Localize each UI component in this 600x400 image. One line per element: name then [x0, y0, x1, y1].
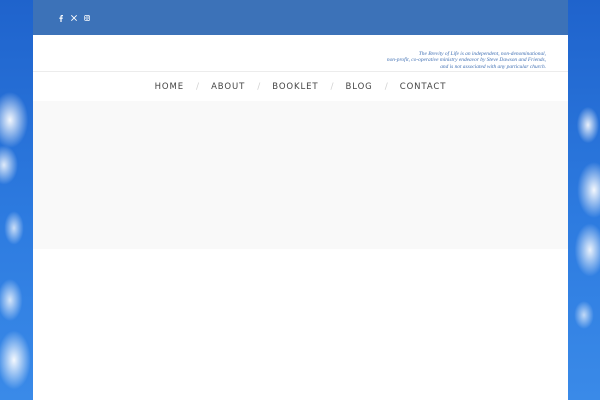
hero-area	[33, 101, 568, 249]
x-twitter-icon[interactable]	[70, 14, 78, 22]
tagline-line: non-profit, co-operative ministry endeav…	[386, 57, 546, 64]
instagram-icon[interactable]	[83, 14, 91, 22]
nav-item-contact[interactable]: CONTACT	[398, 82, 449, 92]
nav-item-home[interactable]: HOME	[153, 82, 186, 92]
main-navigation: HOME / ABOUT / BOOKLET / BLOG / CONTACT	[33, 72, 568, 101]
nav-item-booklet[interactable]: BOOKLET	[270, 82, 320, 92]
nav-item-about[interactable]: ABOUT	[209, 82, 247, 92]
nav-item-blog[interactable]: BLOG	[344, 82, 375, 92]
nav-separator: /	[196, 81, 200, 92]
top-bar	[33, 0, 568, 35]
page-container: The Brevity of Life is an independent, n…	[33, 0, 568, 400]
nav-separator: /	[330, 81, 334, 92]
main-content	[33, 249, 568, 400]
facebook-icon[interactable]	[57, 14, 65, 22]
site-tagline: The Brevity of Life is an independent, n…	[387, 51, 546, 70]
nav-separator: /	[384, 81, 388, 92]
tagline-line: and is not associated with any particula…	[440, 63, 546, 70]
nav-separator: /	[257, 81, 261, 92]
site-header: The Brevity of Life is an independent, n…	[33, 35, 568, 72]
social-links	[57, 14, 91, 22]
